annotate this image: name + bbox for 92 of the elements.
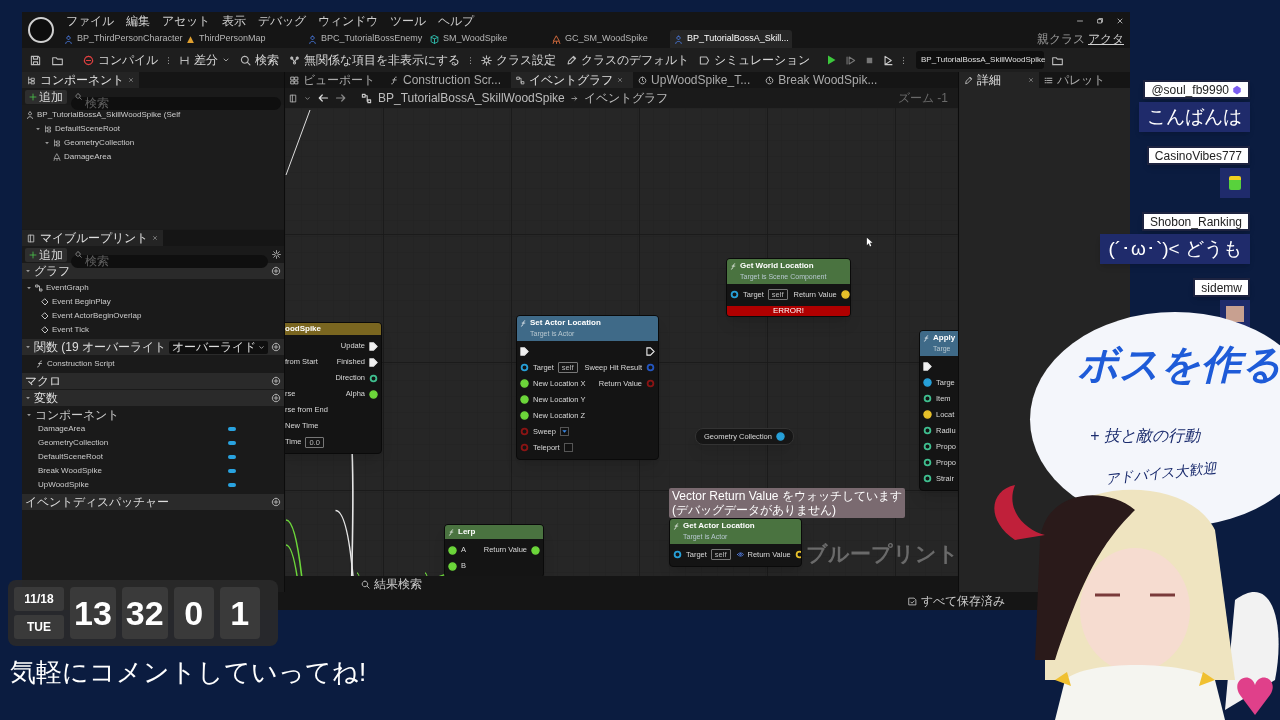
section-header[interactable]: マクロ xyxy=(22,373,284,389)
section-header[interactable]: 変数 xyxy=(22,390,284,406)
breadcrumb-item[interactable]: イベントグラフ xyxy=(583,89,668,107)
watch-comment: Vector Return Value をウォッチしています (デバッグデータがありません) xyxy=(669,488,905,518)
tree-item[interactable]: EventGraph xyxy=(22,281,284,295)
tree-item[interactable]: UpWoodSpike xyxy=(22,478,284,492)
section-title: イベントディスパッチャー xyxy=(25,494,170,511)
panel-tab[interactable]: コンポーネント xyxy=(22,72,139,88)
tree-item[interactable]: GeometryCollection xyxy=(22,436,284,450)
tree-item[interactable]: Event Tick xyxy=(22,323,284,337)
weekday-label: TUE xyxy=(14,615,64,639)
bubble-title: ボスを作る xyxy=(1078,344,1280,384)
node-title: Apply xyxy=(933,332,956,344)
node-title: Get Actor Location xyxy=(683,520,755,532)
tree-item[interactable]: Event BeginPlay xyxy=(22,295,284,309)
toolbar-button[interactable]: シミュレーション xyxy=(695,50,814,70)
panel-tab[interactable]: パレット xyxy=(1039,72,1119,88)
asset-tab[interactable]: ThirdPersonMap xyxy=(182,30,304,48)
chat-username: Shobon_Ranking xyxy=(1141,212,1250,231)
node-title: Lerp xyxy=(458,526,476,538)
toolbar-button[interactable]: クラス設定 xyxy=(477,50,560,70)
tree-item[interactable]: Break WoodSpike xyxy=(22,464,284,478)
menu-item[interactable]: ツール xyxy=(384,15,432,27)
breadcrumb-item[interactable]: BP_TutorialBossA_SkillWoodSpike xyxy=(378,89,565,107)
section-title: 変数 xyxy=(34,390,59,407)
section-title: マクロ xyxy=(25,373,62,390)
toolbar-button[interactable]: 差分 xyxy=(175,50,234,70)
bubble-note: + 技と敵の行動 xyxy=(1090,426,1200,446)
search-field[interactable]: 検索 xyxy=(71,96,281,110)
panel-tab[interactable]: Break WoodSpik... xyxy=(760,72,888,88)
chat-username: CasinoVibes777 xyxy=(1146,146,1250,165)
panel-tab[interactable]: Construction Scr... xyxy=(385,72,512,88)
section-header[interactable]: 関数 (19 オーバーライト オーバーライド xyxy=(22,339,284,355)
chat-message: こんばんは xyxy=(1139,102,1250,132)
add-button[interactable]: 追加 xyxy=(25,247,67,262)
panel-tab[interactable]: 詳細 xyxy=(959,72,1039,88)
toolbar-button[interactable]: クラスのデフォルト xyxy=(562,50,693,70)
zoom-label: ズーム -1 xyxy=(898,90,949,107)
add-button[interactable]: 追加 xyxy=(25,89,67,104)
time-digits: 13 xyxy=(70,587,116,639)
tree-item[interactable]: コンポーネント xyxy=(22,408,284,422)
asset-tab[interactable]: BP_ThirdPersonCharacter xyxy=(60,30,182,48)
menu-item[interactable]: 編集 xyxy=(120,15,156,27)
panel-tab[interactable]: イベントグラフ xyxy=(511,72,634,88)
section-header[interactable]: イベントディスパッチャー xyxy=(22,494,284,510)
results-search-tab[interactable]: 結果検索 xyxy=(374,575,422,593)
tree-item[interactable]: DefaultSceneRoot xyxy=(22,122,284,136)
asset-tab[interactable]: SM_WoodSpike xyxy=(426,30,548,48)
node-title: Set Actor Location xyxy=(530,317,601,329)
time-digits: 1 xyxy=(219,587,260,639)
menu-item[interactable]: ヘルプ xyxy=(432,15,480,27)
time-digits: 32 xyxy=(121,587,168,639)
error-banner: ERROR! xyxy=(727,305,850,316)
tree-item[interactable]: DamageArea xyxy=(22,422,284,436)
bubble-note: アドバイス大歓迎 xyxy=(1104,458,1218,489)
panel-tab[interactable]: UpWoodSpike_T... xyxy=(633,72,761,88)
asset-tab[interactable]: GC_SM_WoodSpike xyxy=(548,30,670,48)
parent-class-link[interactable]: アクタ xyxy=(1088,30,1124,48)
panel-tab[interactable]: マイブループリント xyxy=(22,230,163,246)
chat-message: (´･ω･`)< どうも xyxy=(1100,234,1250,264)
parent-class-label: 親クラス xyxy=(1037,31,1085,48)
menu-item[interactable]: ウィンドウ xyxy=(312,15,384,27)
override-dropdown[interactable]: オーバーライド xyxy=(169,340,268,354)
time-digits: 0 xyxy=(173,587,214,639)
graph-watermark-label: ブループリント xyxy=(806,541,958,567)
chat-username: @soul_fb9990 xyxy=(1143,80,1250,99)
section-title: グラフ xyxy=(34,263,71,280)
debug-object-dropdown[interactable]: BP_TutorialBossA_SkillWoodSpike xyxy=(916,51,1044,69)
menu-item[interactable]: デバッグ xyxy=(252,15,312,27)
menu-item[interactable]: 表示 xyxy=(216,15,252,27)
caption-text: 気軽にコメントしていってね! xyxy=(10,656,367,689)
tree-item[interactable]: Construction Script xyxy=(22,357,284,371)
asset-tab[interactable]: BP_TutorialBossA_Skill... xyxy=(670,30,792,48)
menu-item[interactable]: アセット xyxy=(156,15,216,27)
node-title: Get World Location xyxy=(740,260,814,272)
tree-item[interactable]: BP_TutorialBossA_SkillWoodSpike (Self xyxy=(22,108,284,122)
section-title: 関数 (19 オーバーライト xyxy=(34,339,166,356)
chat-username: sidemw xyxy=(1193,278,1250,297)
search-field[interactable]: 検索 xyxy=(71,254,268,268)
menu-item[interactable]: ファイル xyxy=(60,15,120,27)
panel-tab[interactable]: ビューポート xyxy=(285,72,385,88)
toolbar-button[interactable]: 検索 xyxy=(236,50,283,70)
tree-item[interactable]: GeometryCollection xyxy=(22,136,284,150)
tree-item[interactable]: Event ActorBeginOverlap xyxy=(22,309,284,323)
save-status: すべて保存済み xyxy=(921,593,1005,610)
toolbar-button[interactable]: コンパイル xyxy=(79,50,162,70)
asset-tab[interactable]: BPC_TutorialBossEnemy xyxy=(304,30,426,48)
date-label: 11/18 xyxy=(14,587,64,611)
tree-item[interactable]: DefaultSceneRoot xyxy=(22,450,284,464)
node-title: oodSpike xyxy=(285,323,321,335)
tree-item[interactable]: DamageArea xyxy=(22,150,284,164)
toolbar-button[interactable]: 無関係な項目を非表示にする xyxy=(285,50,464,70)
